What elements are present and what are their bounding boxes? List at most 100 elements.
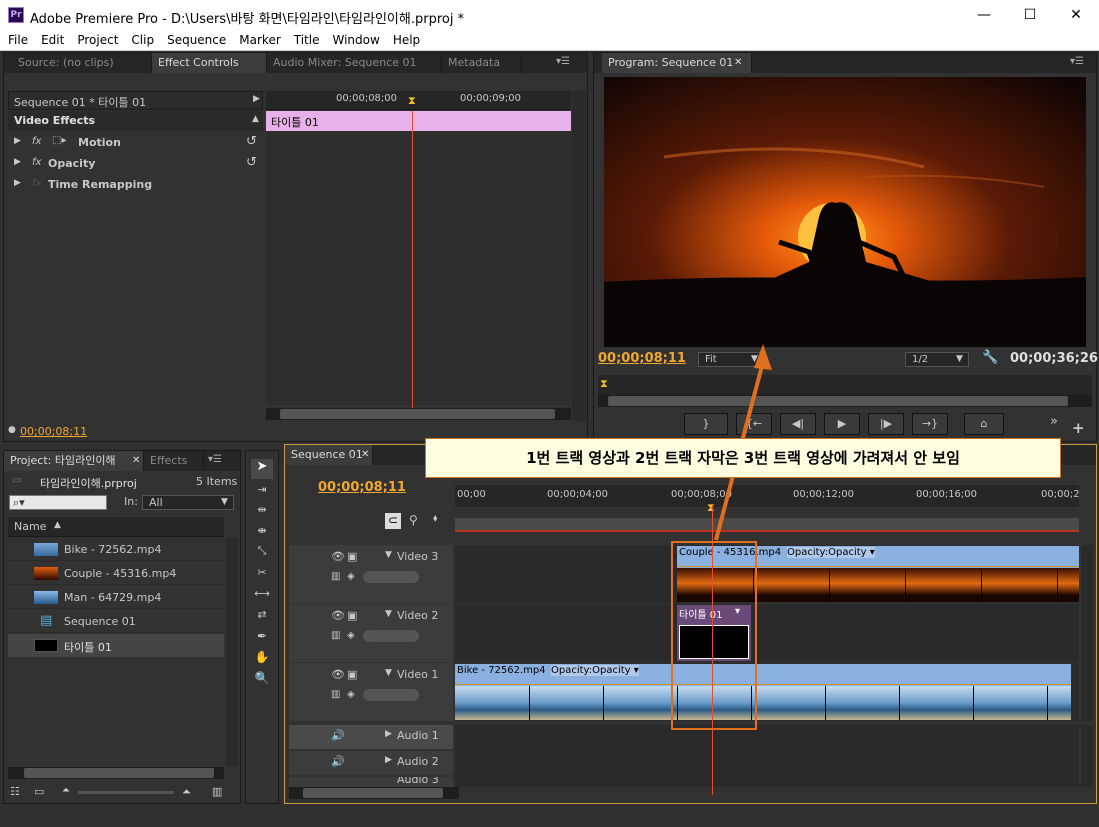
keyframe-navigator[interactable] xyxy=(363,689,419,701)
add-button-icon[interactable]: + xyxy=(1072,419,1085,437)
sequence-current-timecode[interactable]: 00;00;08;11 xyxy=(318,480,406,495)
fx-icon[interactable]: fx xyxy=(32,136,41,147)
program-timecode-box[interactable]: 00;00;08;11 xyxy=(598,351,698,367)
track-header-video-1[interactable]: 👁 ▣ ▼ Video 1 ▥ ◈ xyxy=(289,663,453,721)
audio-tracks-scrollbar[interactable] xyxy=(1081,725,1093,787)
project-horizontal-scrollbar[interactable] xyxy=(8,767,224,779)
track-header-audio-2[interactable]: 🔊 ▶ Audio 2 xyxy=(289,751,453,775)
panel-menu-icon[interactable]: ▾☰ xyxy=(556,56,570,67)
keyframe-area[interactable] xyxy=(266,131,571,405)
selection-tool-icon[interactable]: ➤ xyxy=(251,459,273,479)
snap-icon[interactable]: ⊂ xyxy=(385,513,401,529)
timecode-footer[interactable]: ● 00;00;08;11 xyxy=(8,425,88,439)
zoom-tool-icon[interactable]: 🔍 xyxy=(251,671,273,687)
scroll-thumb[interactable] xyxy=(24,768,214,778)
video-tracks-scrollbar[interactable] xyxy=(1081,545,1093,721)
zoom-in-icon[interactable]: ⏶ xyxy=(182,785,191,799)
expand-triangle-icon[interactable]: ▶ xyxy=(14,178,21,188)
tab-sequence-01[interactable]: Sequence 01 ✕ xyxy=(285,445,373,465)
panel-menu-icon[interactable]: ▾☰ xyxy=(208,454,222,465)
effect-controls-ruler[interactable]: 00;00;08;00 00;00;09;00 ⧗ xyxy=(266,91,571,110)
resolution-dropdown[interactable]: 1/2 ▼ xyxy=(905,352,969,367)
project-vertical-scrollbar[interactable] xyxy=(226,538,238,766)
collapse-track-icon[interactable]: ▼ xyxy=(385,550,392,560)
tab-effect-controls[interactable]: Effect Controls xyxy=(152,53,267,73)
eye-toggle-icon[interactable]: 👁 xyxy=(331,550,345,563)
eye-toggle-icon[interactable]: 👁 xyxy=(331,609,345,622)
vertical-scrollbar[interactable] xyxy=(572,91,586,421)
keyframe-navigator[interactable] xyxy=(363,630,419,642)
tab-project[interactable]: Project: 타임라인이해 ✕ xyxy=(4,451,144,471)
collapse-track-icon[interactable]: ▼ xyxy=(385,668,392,678)
thumbnail-size-slider[interactable] xyxy=(78,791,174,794)
eye-toggle-icon[interactable]: 👁 xyxy=(331,668,345,681)
hand-tool-icon[interactable]: ✋ xyxy=(251,650,273,666)
slide-tool-icon[interactable]: ⇄ xyxy=(251,608,273,624)
keyframe-toggle-icon[interactable]: ◈ xyxy=(347,630,355,641)
lock-toggle-icon[interactable]: ▣ xyxy=(347,550,357,563)
minimize-button[interactable]: — xyxy=(961,0,1007,31)
scroll-thumb[interactable] xyxy=(280,409,555,419)
menu-sequence[interactable]: Sequence xyxy=(159,31,231,47)
speaker-icon[interactable]: 🔊 xyxy=(331,729,345,742)
display-style-icon[interactable]: ▥ xyxy=(331,689,340,700)
project-item[interactable]: ▤ Sequence 01 xyxy=(8,610,224,633)
speaker-icon[interactable]: 🔊 xyxy=(331,755,345,768)
reset-icon[interactable]: ↺ xyxy=(246,155,257,170)
icon-view-icon[interactable]: ▭ xyxy=(34,785,44,798)
maximize-button[interactable]: ☐ xyxy=(1007,0,1053,31)
program-scrollbar[interactable] xyxy=(598,395,1092,407)
slip-tool-icon[interactable]: ⟷ xyxy=(251,587,273,603)
expand-triangle-icon[interactable]: ▶ xyxy=(14,157,21,167)
expand-track-icon[interactable]: ▶ xyxy=(385,729,392,739)
effect-row-time-remapping[interactable]: ▶ fx Time Remapping xyxy=(8,175,263,195)
scroll-thumb[interactable] xyxy=(303,788,443,798)
current-timecode[interactable]: 00;00;08;11 xyxy=(20,425,87,438)
motion-transform-icon[interactable]: ⬚▸ xyxy=(52,135,66,146)
menu-window[interactable]: Window xyxy=(324,31,384,47)
arrow-right-icon[interactable]: ▶ xyxy=(253,94,260,104)
track-header-video-3[interactable]: 👁 ▣ ▼ Video 3 ▥ ◈ xyxy=(289,545,453,603)
zoom-out-icon[interactable]: ⏶ xyxy=(62,785,70,796)
lock-toggle-icon[interactable]: ▣ xyxy=(347,609,357,622)
tab-close-icon[interactable]: ✕ xyxy=(361,445,369,465)
track-header-audio-1[interactable]: 🔊 ▶ Audio 1 xyxy=(289,725,453,749)
go-to-out-button[interactable]: →} xyxy=(912,413,948,435)
more-controls-icon[interactable]: » xyxy=(1050,414,1058,429)
effect-row-motion[interactable]: ▶ fx ⬚▸ Motion ↺ xyxy=(8,133,263,153)
menu-edit[interactable]: Edit xyxy=(33,31,69,47)
scroll-thumb[interactable] xyxy=(608,396,1068,406)
horizontal-scrollbar[interactable] xyxy=(266,408,571,420)
menu-marker[interactable]: Marker xyxy=(231,31,285,47)
playhead-marker-icon[interactable]: ⧗ xyxy=(408,94,416,108)
tab-close-icon[interactable]: ✕ xyxy=(734,53,742,73)
expand-triangle-icon[interactable]: ▶ xyxy=(14,136,21,146)
lock-toggle-icon[interactable]: ▣ xyxy=(347,668,357,681)
step-forward-button[interactable]: |▶ xyxy=(868,413,904,435)
wrench-settings-icon[interactable]: 🔧 xyxy=(982,350,998,365)
menu-project[interactable]: Project xyxy=(69,31,123,47)
name-column-header[interactable]: Name ▲ xyxy=(8,517,224,537)
menu-help[interactable]: Help xyxy=(385,31,425,47)
tab-effects[interactable]: Effects xyxy=(144,451,204,471)
project-item[interactable]: Couple - 45316.mp4 xyxy=(8,562,224,585)
clip-bike[interactable]: Bike - 72562.mp4 Opacity:Opacity ▾ xyxy=(455,664,1071,720)
expand-track-icon[interactable]: ▶ xyxy=(385,755,392,765)
tab-close-icon[interactable]: ✕ xyxy=(132,451,140,471)
menu-file[interactable]: File xyxy=(0,31,33,47)
play-button[interactable]: ▶ xyxy=(824,413,860,435)
project-search-input[interactable]: ⌕▾ xyxy=(9,495,107,510)
program-current-timecode[interactable]: 00;00;08;11 xyxy=(598,351,686,366)
fx-icon[interactable]: fx xyxy=(32,157,41,168)
project-item[interactable]: Man - 64729.mp4 xyxy=(8,586,224,609)
playhead-marker-icon[interactable]: ⧗ xyxy=(600,377,608,391)
project-item[interactable]: 타이틀 01 xyxy=(8,634,224,657)
panel-menu-icon[interactable]: ▾☰ xyxy=(1070,56,1084,67)
tab-metadata[interactable]: Metadata xyxy=(442,53,522,73)
effect-row-opacity[interactable]: ▶ fx Opacity ↺ xyxy=(8,154,263,174)
tab-source[interactable]: Source: (no clips) xyxy=(12,53,152,73)
menu-title[interactable]: Title xyxy=(286,31,325,47)
title-clip-bar[interactable]: 타이틀 01 xyxy=(266,111,571,131)
export-frame-button[interactable]: ⌂ xyxy=(964,413,1004,435)
collapse-icon[interactable]: ▲ xyxy=(252,114,259,124)
